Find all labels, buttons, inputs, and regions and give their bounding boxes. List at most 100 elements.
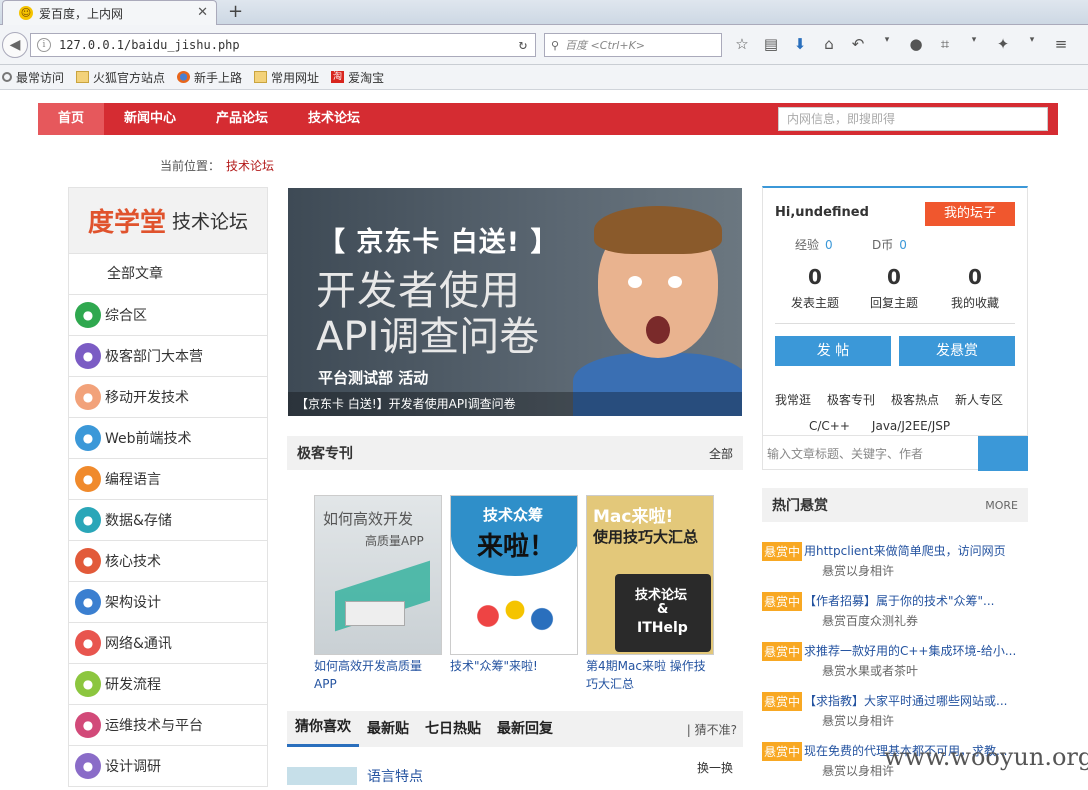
reward-button[interactable]: 发悬赏 <box>899 336 1015 366</box>
hot-item-title[interactable]: 用httpclient来做简单爬虫，访问网页 <box>804 542 1006 559</box>
hot-item-title[interactable]: 【求指教】大家平时通过哪些网站或... <box>804 692 1007 709</box>
browser-search-input[interactable]: ⚲ 百度 <Ctrl+K> <box>544 33 722 57</box>
geek-card[interactable]: 如何高效开发 高质量APP 如何高效开发高质量APP <box>314 495 442 693</box>
tab-latest[interactable]: 最新贴 <box>359 711 417 747</box>
article-search-button[interactable] <box>978 436 1028 471</box>
sidebar-item[interactable]: ● 网络&通讯 <box>69 623 267 664</box>
nav-news[interactable]: 新闻中心 <box>104 103 196 135</box>
bookmark-taobao[interactable]: 淘爱淘宝 <box>331 69 384 86</box>
my-forum-button[interactable]: 我的坛子 <box>925 202 1015 226</box>
close-tab-icon[interactable]: ✕ <box>197 5 208 20</box>
sidebar-item[interactable]: ● 移动开发技术 <box>69 377 267 418</box>
card-image-text: ITHelp <box>637 620 688 636</box>
banner-caption: 【京东卡 白送!】开发者使用API调查问卷 <box>288 392 742 416</box>
bookmark-most-visited[interactable]: 最常访问 <box>2 69 64 86</box>
info-icon[interactable]: i <box>37 38 51 52</box>
post-title[interactable]: 语言特点 <box>367 766 423 786</box>
breadcrumb: 当前位置： 技术论坛 <box>160 157 274 174</box>
chat-icon[interactable]: ● <box>907 35 925 53</box>
quick-link[interactable]: 极客专刊 <box>827 393 875 407</box>
card-image-text: 技术论坛 <box>635 588 688 603</box>
quick-link[interactable]: 极客热点 <box>891 393 939 407</box>
star-icon[interactable]: ☆ <box>733 35 751 53</box>
tab-guess[interactable]: 猜你喜欢 <box>287 711 359 747</box>
card-caption[interactable]: 第4期Mac来啦 操作技巧大汇总 <box>586 657 714 693</box>
sidebar-item[interactable]: ● 数据&存储 <box>69 500 267 541</box>
category-icon: ● <box>75 753 101 779</box>
geek-more-link[interactable]: 全部 <box>709 445 733 462</box>
tab-weekly-hot[interactable]: 七日热贴 <box>417 711 489 747</box>
article-search-input[interactable]: 输入文章标题、关键字、作者 <box>762 436 978 471</box>
new-tab-icon[interactable]: + <box>228 1 243 22</box>
hot-more-link[interactable]: MORE <box>985 499 1018 512</box>
nav-home[interactable]: 首页 <box>38 103 105 135</box>
coin-value: 0 <box>899 238 907 252</box>
stat-label[interactable]: 发表主题 <box>785 294 845 311</box>
sidebar-item[interactable]: ● 研发流程 <box>69 664 267 705</box>
dropdown-icon-2[interactable]: ▾ <box>965 35 983 53</box>
sidebar-item[interactable]: ● 运维技术与平台 <box>69 705 267 746</box>
stat-number: 0 <box>968 265 982 289</box>
extension-icon[interactable]: ✦ <box>994 35 1012 53</box>
geek-card[interactable]: Mac来啦! 使用技巧大汇总 技术论坛 & ITHelp 第4期Mac来啦 操作… <box>586 495 714 693</box>
download-icon[interactable]: ⬇ <box>791 35 809 53</box>
exp-value: 0 <box>825 238 833 252</box>
hot-item[interactable]: 悬赏中 【求指教】大家平时通过哪些网站或... 悬赏以身相许 <box>762 690 1042 740</box>
nav-products[interactable]: 产品论坛 <box>196 103 288 135</box>
sidebar-item[interactable]: ● 架构设计 <box>69 582 267 623</box>
sidebar-item[interactable]: ● 综合区 <box>69 295 267 336</box>
sidebar-item[interactable]: ● Web前端技术 <box>69 418 267 459</box>
card-image: Mac来啦! 使用技巧大汇总 技术论坛 & ITHelp <box>586 495 714 655</box>
card-caption[interactable]: 如何高效开发高质量APP <box>314 657 442 693</box>
reload-icon[interactable]: ↻ <box>519 37 527 53</box>
crop-icon[interactable]: ⌗ <box>936 35 954 53</box>
bookmark-getting-started[interactable]: 新手上路 <box>177 69 242 86</box>
banner-eye <box>628 276 642 288</box>
nav-tech-forum[interactable]: 技术论坛 <box>288 103 380 135</box>
browser-tab[interactable]: ☺ 爱百度，上内网 ✕ <box>2 0 217 25</box>
sidebar-item[interactable]: ● 编程语言 <box>69 459 267 500</box>
swap-link[interactable]: 换一换 <box>697 759 733 776</box>
back-arrow-icon[interactable]: ◀ <box>2 32 28 58</box>
sidebar-item[interactable]: ● 设计调研 <box>69 746 267 787</box>
home-icon[interactable]: ⌂ <box>820 35 838 53</box>
hot-item-title[interactable]: 【作者招募】属于你的技术"众筹"... <box>804 592 994 609</box>
url-bar[interactable]: i 127.0.0.1/baidu_jishu.php ↻ <box>30 33 536 57</box>
stat-label[interactable]: 回复主题 <box>864 294 924 311</box>
bookmark-common-sites[interactable]: 常用网址 <box>254 69 319 86</box>
hot-item[interactable]: 悬赏中 求推荐一款好用的C++集成环境-给小... 悬赏水果或者茶叶 <box>762 640 1042 690</box>
forum-logo: 度学堂 技术论坛 <box>69 188 267 254</box>
post-button[interactable]: 发 帖 <box>775 336 891 366</box>
sidebar-item[interactable]: ● 核心技术 <box>69 541 267 582</box>
browser-search-placeholder: 百度 <Ctrl+K> <box>565 39 645 52</box>
card-image-text: Mac来啦! <box>593 507 674 527</box>
hot-item[interactable]: 悬赏中 用httpclient来做简单爬虫，访问网页 悬赏以身相许 <box>762 540 1042 590</box>
stat-label[interactable]: 我的收藏 <box>945 294 1005 311</box>
guess-wrong-link[interactable]: | 猜不准? <box>687 721 737 738</box>
card-image: 技术众筹 来啦！ <box>450 495 578 655</box>
quick-link[interactable]: 新人专区 <box>955 393 1003 407</box>
quick-link[interactable]: Java/J2EE/JSP <box>872 419 950 433</box>
card-image-text: 使用技巧大汇总 <box>593 528 699 546</box>
promo-banner[interactable]: 【 京东卡 白送! 】 开发者使用 API调查问卷 平台测试部 活动 【京东卡 … <box>288 188 742 416</box>
undo-icon[interactable]: ↶ <box>849 35 867 53</box>
menu-icon[interactable]: ≡ <box>1052 35 1070 53</box>
user-panel: Hi,undefined 我的坛子 经验 0 D币 0 0 0 0 发表主题 回复主… <box>762 186 1028 471</box>
quick-link[interactable]: C/C++ <box>809 419 850 433</box>
bookmark-label: 爱淘宝 <box>348 70 385 85</box>
dropdown-icon-3[interactable]: ▾ <box>1023 35 1041 53</box>
breadcrumb-current[interactable]: 技术论坛 <box>226 159 274 173</box>
card-caption[interactable]: 技术"众筹"来啦! <box>450 657 578 675</box>
site-search-input[interactable]: 内网信息，即搜即得 <box>778 107 1048 131</box>
quick-link[interactable]: 我常逛 <box>775 393 811 407</box>
hot-item[interactable]: 悬赏中 【作者招募】属于你的技术"众筹"... 悬赏百度众测礼券 <box>762 590 1042 640</box>
hot-item-title[interactable]: 求推荐一款好用的C++集成环境-给小... <box>804 642 1016 659</box>
geek-card[interactable]: 技术众筹 来啦！ 技术"众筹"来啦! <box>450 495 578 693</box>
tab-latest-reply[interactable]: 最新回复 <box>489 711 561 747</box>
watermark: www.wooyun.org <box>884 743 1088 771</box>
sidebar-item[interactable]: ● 极客部门大本营 <box>69 336 267 377</box>
sidebar-item-all[interactable]: 全部文章 <box>69 254 267 295</box>
dropdown-icon[interactable]: ▾ <box>878 35 896 53</box>
bookmark-firefox-site[interactable]: 火狐官方站点 <box>76 69 165 86</box>
reading-list-icon[interactable]: ▤ <box>762 35 780 53</box>
